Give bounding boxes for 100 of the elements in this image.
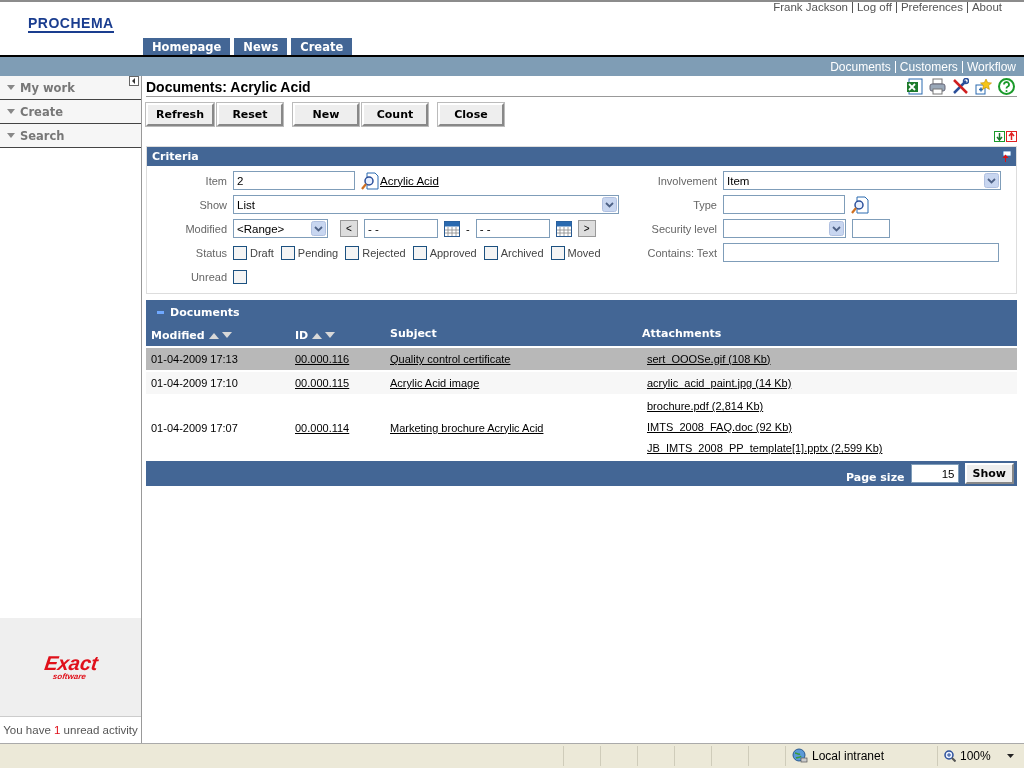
checkbox-label: Pending — [297, 246, 339, 259]
triangle-icon — [7, 133, 15, 138]
checkbox[interactable] — [550, 245, 565, 260]
table-cell-text: 01-04-2009 17:07 — [151, 420, 239, 436]
toolbar-button[interactable]: New — [293, 103, 359, 126]
input-field[interactable] — [852, 219, 890, 238]
triangle-icon — [7, 109, 15, 114]
field-label: Contains: Text — [646, 246, 717, 259]
calendar-icon[interactable] — [444, 220, 460, 237]
checkbox-label: Moved — [567, 246, 601, 259]
caret-icon[interactable] — [1006, 754, 1014, 758]
chevron-down-icon — [311, 221, 326, 236]
sort-arrows-icon[interactable] — [208, 331, 233, 339]
dropdown[interactable]: Item — [723, 171, 1001, 190]
search-icon[interactable] — [851, 195, 869, 214]
item-link[interactable]: Acrylic Acid — [380, 174, 439, 187]
search-icon[interactable] — [361, 171, 379, 190]
dropdown[interactable] — [723, 219, 846, 238]
nav-tab[interactable]: Create — [291, 38, 353, 55]
checkbox[interactable] — [412, 245, 427, 260]
toolbar-button[interactable]: Reset — [217, 103, 283, 126]
logo[interactable]: PROCHEMA — [28, 16, 114, 33]
attachment-link[interactable]: brochure.pdf (2,814 Kb) — [647, 400, 764, 412]
field-label: Unread — [189, 270, 227, 283]
attachment-link[interactable]: acrylic_acid_paint.jpg (14 Kb) — [647, 376, 792, 389]
checkbox-label: Draft — [250, 246, 274, 259]
exact-logo: Exact software — [41, 653, 100, 681]
column-header[interactable]: Subject — [390, 326, 642, 340]
attachment-link[interactable]: sert_OOOSe.gif (108 Kb) — [647, 352, 771, 365]
collapse-arrow-icon[interactable] — [1001, 151, 1011, 162]
subject-link[interactable]: Marketing brochure Acrylic Acid — [390, 421, 544, 434]
toolbar-button[interactable]: Close — [438, 103, 504, 126]
range-separator: - — [466, 222, 470, 235]
column-header[interactable]: Modified — [151, 328, 295, 342]
previous-button[interactable]: < — [340, 220, 358, 237]
table-cell-text: 01-04-2009 17:10 — [151, 376, 239, 391]
zoom-level[interactable]: 100% — [960, 749, 991, 763]
toolbar-button[interactable]: Refresh — [146, 103, 214, 126]
checkbox-label: Approved — [429, 246, 477, 259]
table-row[interactable]: 01-04-2009 17:10 00.000.115 Acrylic Acid image acrylic_acid_paint.jpg (14 Kb) — [146, 370, 1017, 394]
nav-tab[interactable]: Homepage — [143, 38, 231, 55]
attachment-link[interactable]: JB_IMTS_2008_PP_template[1].pptx (2,599 Kb) — [647, 442, 883, 454]
table-cell-text: 01-04-2009 17:13 — [151, 352, 239, 367]
attachment-link[interactable]: IMTS_2008_FAQ.doc (92 Kb) — [647, 421, 792, 433]
dropdown[interactable]: List — [233, 195, 619, 214]
sidebar-item[interactable]: My work — [0, 76, 141, 100]
tools-icon[interactable] — [952, 78, 969, 95]
help-icon[interactable] — [998, 78, 1015, 95]
sort-arrows-icon[interactable] — [312, 331, 337, 339]
subject-link[interactable]: Acrylic Acid image — [390, 377, 480, 389]
document-id-link[interactable]: 00.000.114 — [295, 421, 350, 434]
zoom-icon — [944, 750, 956, 762]
section-title: Documents — [170, 305, 240, 319]
favorite-star-icon[interactable] — [975, 78, 992, 95]
checkbox-label: Archived — [500, 246, 544, 259]
nav-tab[interactable]: News — [234, 38, 288, 55]
field-label: Status — [194, 246, 227, 259]
security-zone-label: Local intranet — [812, 749, 885, 763]
calendar-icon[interactable] — [555, 220, 572, 237]
checkbox[interactable] — [280, 245, 295, 260]
dropdown[interactable]: <Range> — [233, 219, 328, 238]
document-id-link[interactable]: 00.000.115 — [295, 377, 350, 389]
user-name-link[interactable]: Frank Jackson — [773, 2, 848, 13]
input-field[interactable]: 2 — [233, 171, 355, 190]
document-id-link[interactable]: 00.000.116 — [295, 353, 350, 365]
checkbox[interactable] — [483, 245, 498, 260]
panel-title: Criteria — [152, 150, 199, 163]
header-link[interactable]: Log off — [851, 2, 892, 13]
date-field[interactable]: - - — [475, 219, 550, 238]
page-size-field[interactable]: 15 — [910, 464, 959, 483]
header-link[interactable]: About — [966, 2, 1002, 13]
checkbox[interactable] — [345, 245, 360, 260]
next-button[interactable]: > — [577, 220, 596, 237]
table-row[interactable]: 01-04-2009 17:13 00.000.116 Quality control certificate sert_OOOSe.gif (108 Kb) — [146, 346, 1017, 370]
spreadsheet-export-icon[interactable] — [906, 78, 923, 95]
field-label: Item — [204, 174, 227, 187]
field-label: Involvement — [656, 174, 717, 187]
checkbox[interactable] — [233, 269, 247, 284]
sidebar-item[interactable]: Search — [0, 124, 141, 148]
subject-link[interactable]: Quality control certificate — [390, 353, 511, 365]
page-size-label: Page size — [845, 471, 905, 484]
checkbox[interactable] — [233, 245, 247, 260]
collapse-all-icon[interactable] — [1006, 131, 1017, 142]
column-header[interactable]: ID — [295, 328, 390, 342]
printer-icon[interactable] — [929, 78, 946, 95]
header-link[interactable]: Preferences — [895, 2, 963, 13]
field-label: Show — [198, 198, 227, 211]
date-field[interactable]: - - — [364, 219, 438, 238]
triangle-icon — [7, 85, 15, 90]
collapse-icon[interactable] — [129, 76, 139, 86]
column-header[interactable]: Attachments — [642, 326, 1012, 340]
sidebar-item[interactable]: Create — [0, 100, 141, 124]
toolbar-button[interactable]: Count — [362, 103, 428, 126]
expand-all-icon[interactable] — [994, 131, 1005, 142]
chevron-down-icon — [829, 221, 844, 236]
field-label: Security level — [650, 222, 717, 235]
globe-computer-icon — [792, 748, 808, 764]
text-field[interactable] — [723, 243, 999, 262]
show-button[interactable]: Show — [964, 463, 1014, 484]
input-field[interactable] — [723, 195, 845, 214]
